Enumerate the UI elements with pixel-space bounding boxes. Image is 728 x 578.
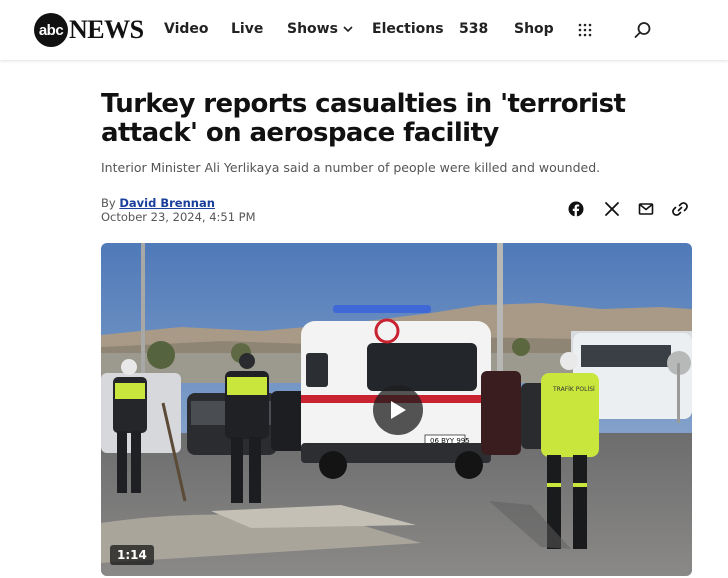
nav-video[interactable]: Video [164,21,209,37]
x-icon[interactable] [604,201,620,217]
play-icon [391,401,406,419]
grid-dots-icon[interactable] [578,23,592,37]
byline-prefix: By [101,196,120,210]
article-dek: Interior Minister Ali Yerlikaya said a n… [101,160,601,175]
nav-shop[interactable]: Shop [514,21,554,37]
police-label: TRAFİK POLİSİ [552,386,595,393]
mail-icon[interactable] [638,201,654,217]
author-link[interactable]: David Brennan [119,196,215,210]
nav-538[interactable]: 538 [459,21,488,37]
article-headline: Turkey reports casualties in 'terrorist … [101,89,626,148]
chevron-down-icon [343,21,353,37]
byline: By David Brennan [101,196,215,210]
play-button[interactable] [373,385,423,435]
nav-shows[interactable]: Shows [287,21,353,37]
video-duration: 1:14 [110,545,154,565]
link-icon[interactable] [672,201,688,217]
facebook-icon[interactable] [568,201,584,217]
nav-live[interactable]: Live [231,21,263,37]
publish-date: October 23, 2024, 4:51 PM [101,210,256,224]
nav-shows-label: Shows [287,21,338,37]
video-player[interactable]: AMBULANS 06 BYY 995 TRAFİK POLİSİ 1:14 [101,243,692,576]
nav-elections[interactable]: Elections [372,21,444,37]
search-icon[interactable] [634,21,652,39]
site-header: abc NEWS Video Live Shows Elections 538 … [0,0,728,60]
main-nav: Video Live Shows Elections 538 Shop [0,0,728,60]
